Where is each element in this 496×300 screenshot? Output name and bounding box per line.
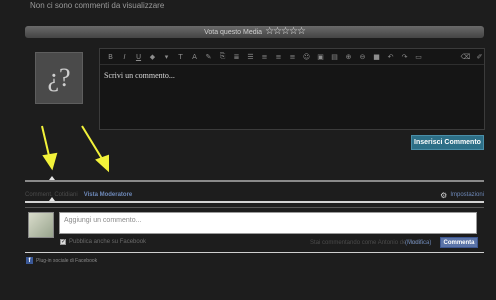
undo-icon[interactable]: ↶ [386,52,395,61]
strikethrough-icon[interactable]: ✎ [204,52,213,61]
rating-bar: Vota questo Media ☆☆☆☆☆ [25,26,484,38]
code-icon[interactable]: ■ [372,52,381,61]
facebook-tabs: Comment. Cotidiani Vista Moderatore ⚙ Im… [25,190,484,200]
outdent-icon[interactable]: ≡ [288,52,297,61]
font-family-icon[interactable]: A [190,52,199,61]
tab-indicator-caret [49,176,55,180]
gear-icon: ⚙ [440,190,448,200]
facebook-comment-box: Aggiungi un commento... ✓ Pubblica anche… [25,207,484,252]
quote-icon[interactable]: ⎘ [218,52,227,61]
image-icon[interactable]: ▣ [316,52,325,61]
facebook-avatar [28,212,54,238]
facebook-plugin-footer: f Plug-in sociale di Facebook [26,257,97,264]
source-icon[interactable]: ▭ [414,52,423,61]
facebook-logo-icon: f [26,257,33,264]
indent-icon[interactable]: ≡ [274,52,283,61]
rating-stars[interactable]: ☆☆☆☆☆ [265,27,306,37]
arrow-right [81,125,109,173]
facebook-comment-button[interactable]: Commenta [440,237,478,248]
arrow-left [41,125,58,171]
separator-top [25,180,484,182]
submit-comment-button[interactable]: Inserisci Commento [411,135,484,150]
redo-icon[interactable]: ↷ [400,52,409,61]
font-size-icon[interactable]: T [176,52,185,61]
rating-label: Vota questo Media [204,28,263,36]
post-to-facebook-option[interactable]: ✓ Pubblica anche su Facebook [60,239,146,245]
change-account-link[interactable]: (Modifica) [405,240,431,246]
facebook-comment-input[interactable]: Aggiungi un commento... [59,212,477,234]
settings-label: Impostazioni [450,192,484,198]
list-icon[interactable]: ☰ [246,52,255,61]
comment-editor[interactable]: B I U ◆ ▾ T A ✎ ⎘ ≣ ☰ ≡ ≡ ≡ ☺ ▣ ▤ ⊕ ⊖ ■ … [99,48,485,130]
tab-moderator-view[interactable]: Vista Moderatore [84,192,133,198]
separator-bottom [25,252,484,253]
annotation-arrows [41,125,109,173]
wrench-icon[interactable]: ✐ [475,52,484,61]
facebook-plugin-label[interactable]: Plug-in sociale di Facebook [36,258,97,264]
font-color-icon[interactable]: ◆ [148,52,157,61]
video-icon[interactable]: ▤ [330,52,339,61]
no-comments-text: Non ci sono commenti da visualizzare [30,1,165,10]
smiley-icon[interactable]: ☺ [302,52,311,61]
unlink-icon[interactable]: ⊖ [358,52,367,61]
post-to-facebook-label: Pubblica anche su Facebook [69,239,147,245]
align-icon[interactable]: ≣ [232,52,241,61]
underline-icon[interactable]: U [134,52,143,61]
post-to-facebook-checkbox[interactable]: ✓ [60,239,66,245]
tab-indicator-caret-2 [49,197,55,201]
settings-link[interactable]: ⚙ Impostazioni [440,191,484,200]
user-avatar: ¿? [35,52,83,104]
link-icon[interactable]: ⊕ [344,52,353,61]
separator-middle [25,201,484,203]
italic-icon[interactable]: I [120,52,129,61]
editor-toolbar: B I U ◆ ▾ T A ✎ ⎘ ≣ ☰ ≡ ≡ ≡ ☺ ▣ ▤ ⊕ ⊖ ■ … [100,49,484,65]
drop-icon[interactable]: ▾ [162,52,171,61]
eraser-icon[interactable]: ⌫ [461,52,471,61]
ordered-list-icon[interactable]: ≡ [260,52,269,61]
bold-icon[interactable]: B [106,52,115,61]
editor-textarea[interactable]: Scrivi un commento... [100,65,484,86]
